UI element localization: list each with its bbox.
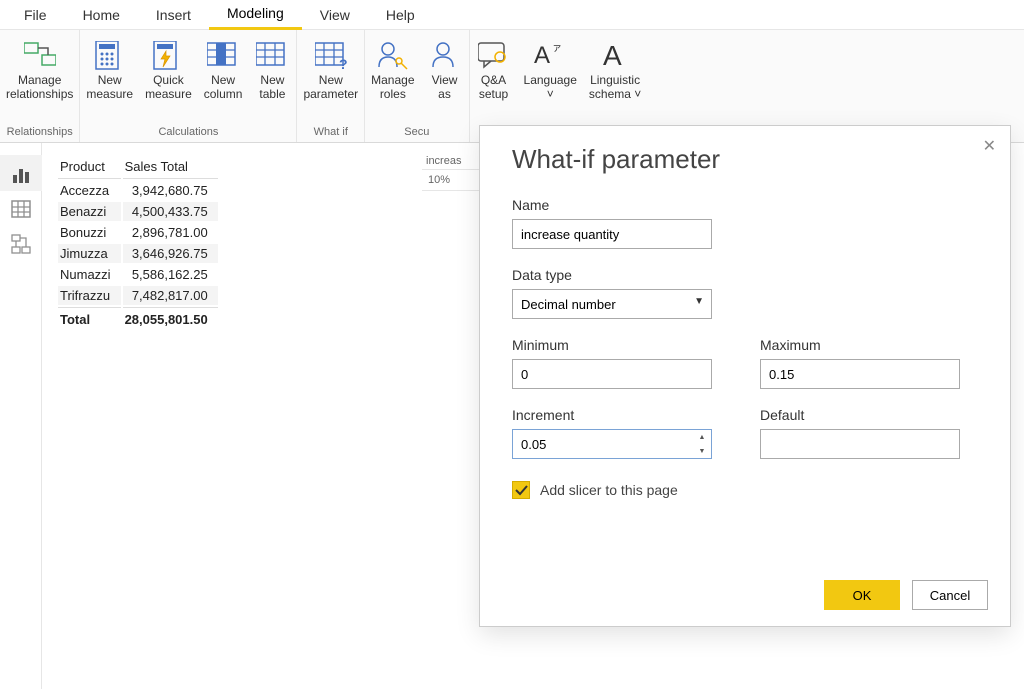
inc-label: Increment bbox=[512, 407, 712, 423]
calc-icon bbox=[94, 38, 126, 74]
linguistic-schema-button[interactable]: Linguisticschema ˅ bbox=[583, 34, 647, 102]
max-label: Maximum bbox=[760, 337, 960, 353]
menu-item-home[interactable]: Home bbox=[65, 1, 138, 29]
table-visual[interactable]: Product Sales Total Accezza3,942,680.75 B… bbox=[56, 153, 220, 331]
table-col-icon bbox=[207, 38, 239, 74]
col-product[interactable]: Product bbox=[58, 155, 121, 179]
ok-button[interactable]: OK bbox=[824, 580, 900, 610]
datatype-label: Data type bbox=[512, 267, 982, 283]
ribbon-group-label: Secu bbox=[365, 124, 468, 140]
table-row[interactable]: Jimuzza3,646,926.75 bbox=[58, 244, 218, 263]
language-button[interactable]: Language ˅ bbox=[518, 34, 583, 102]
table-row[interactable]: Accezza3,942,680.75 bbox=[58, 181, 218, 200]
dialog-title: What-if parameter bbox=[512, 144, 982, 175]
add-slicer-checkbox[interactable] bbox=[512, 481, 530, 499]
quick-measure-button[interactable]: Quickmeasure bbox=[139, 34, 198, 102]
calc-bolt-icon bbox=[152, 38, 184, 74]
new-measure-button[interactable]: Newmeasure bbox=[80, 34, 139, 102]
view-model[interactable] bbox=[0, 227, 42, 263]
menu-item-file[interactable]: File bbox=[6, 1, 65, 29]
new-column-button[interactable]: Newcolumn bbox=[198, 34, 249, 102]
min-label: Minimum bbox=[512, 337, 712, 353]
manage-relationships-button[interactable]: Managerelationships bbox=[0, 34, 79, 102]
table-row[interactable]: Trifrazzu7,482,817.00 bbox=[58, 286, 218, 305]
relationships-icon bbox=[24, 38, 56, 74]
menu-item-insert[interactable]: Insert bbox=[138, 1, 209, 29]
menu-item-modeling[interactable]: Modeling bbox=[209, 0, 302, 30]
name-label: Name bbox=[512, 197, 982, 213]
view-as-button[interactable]: Viewas bbox=[421, 34, 469, 102]
max-input[interactable] bbox=[760, 359, 960, 389]
ribbon-group-label: What if bbox=[297, 124, 364, 140]
name-input[interactable] bbox=[512, 219, 712, 249]
table-q-icon bbox=[315, 38, 347, 74]
table-row[interactable]: Bonuzzi2,896,781.00 bbox=[58, 223, 218, 242]
inc-input[interactable] bbox=[512, 429, 712, 459]
def-input[interactable] bbox=[760, 429, 960, 459]
close-icon[interactable]: ✕ bbox=[983, 136, 996, 156]
menu-item-help[interactable]: Help bbox=[368, 1, 433, 29]
table-total-row: Total28,055,801.50 bbox=[58, 307, 218, 329]
new-table-button[interactable]: Newtable bbox=[248, 34, 296, 102]
view-report[interactable] bbox=[0, 155, 42, 191]
menu-item-view[interactable]: View bbox=[302, 1, 368, 29]
ribbon-group-label: Calculations bbox=[80, 124, 296, 140]
ribbon-group-label: Relationships bbox=[0, 124, 79, 140]
inc-spin-up-icon[interactable]: ▲ bbox=[693, 430, 711, 444]
min-input[interactable] bbox=[512, 359, 712, 389]
add-slicer-label: Add slicer to this page bbox=[540, 482, 678, 498]
manage-roles-button[interactable]: Manageroles bbox=[365, 34, 420, 102]
a-globe-icon bbox=[534, 38, 566, 74]
chat-gear-icon bbox=[478, 38, 510, 74]
user-icon bbox=[429, 38, 461, 74]
def-label: Default bbox=[760, 407, 960, 423]
new-parameter-button[interactable]: Newparameter bbox=[297, 34, 364, 102]
table-row[interactable]: Numazzi5,586,162.25 bbox=[58, 265, 218, 284]
qa-setup-button[interactable]: Q&Asetup bbox=[470, 34, 518, 102]
datatype-select[interactable]: Decimal number bbox=[512, 289, 712, 319]
inc-spin-down-icon[interactable]: ▼ bbox=[693, 444, 711, 458]
view-data[interactable] bbox=[0, 191, 42, 227]
user-key-icon bbox=[377, 38, 409, 74]
col-sales-total[interactable]: Sales Total bbox=[123, 155, 218, 179]
cancel-button[interactable]: Cancel bbox=[912, 580, 988, 610]
whatif-dialog: ✕ What-if parameter Name Data type Decim… bbox=[480, 126, 1010, 626]
table-icon bbox=[256, 38, 288, 74]
a-plain-icon bbox=[599, 38, 631, 74]
table-row[interactable]: Benazzi4,500,433.75 bbox=[58, 202, 218, 221]
